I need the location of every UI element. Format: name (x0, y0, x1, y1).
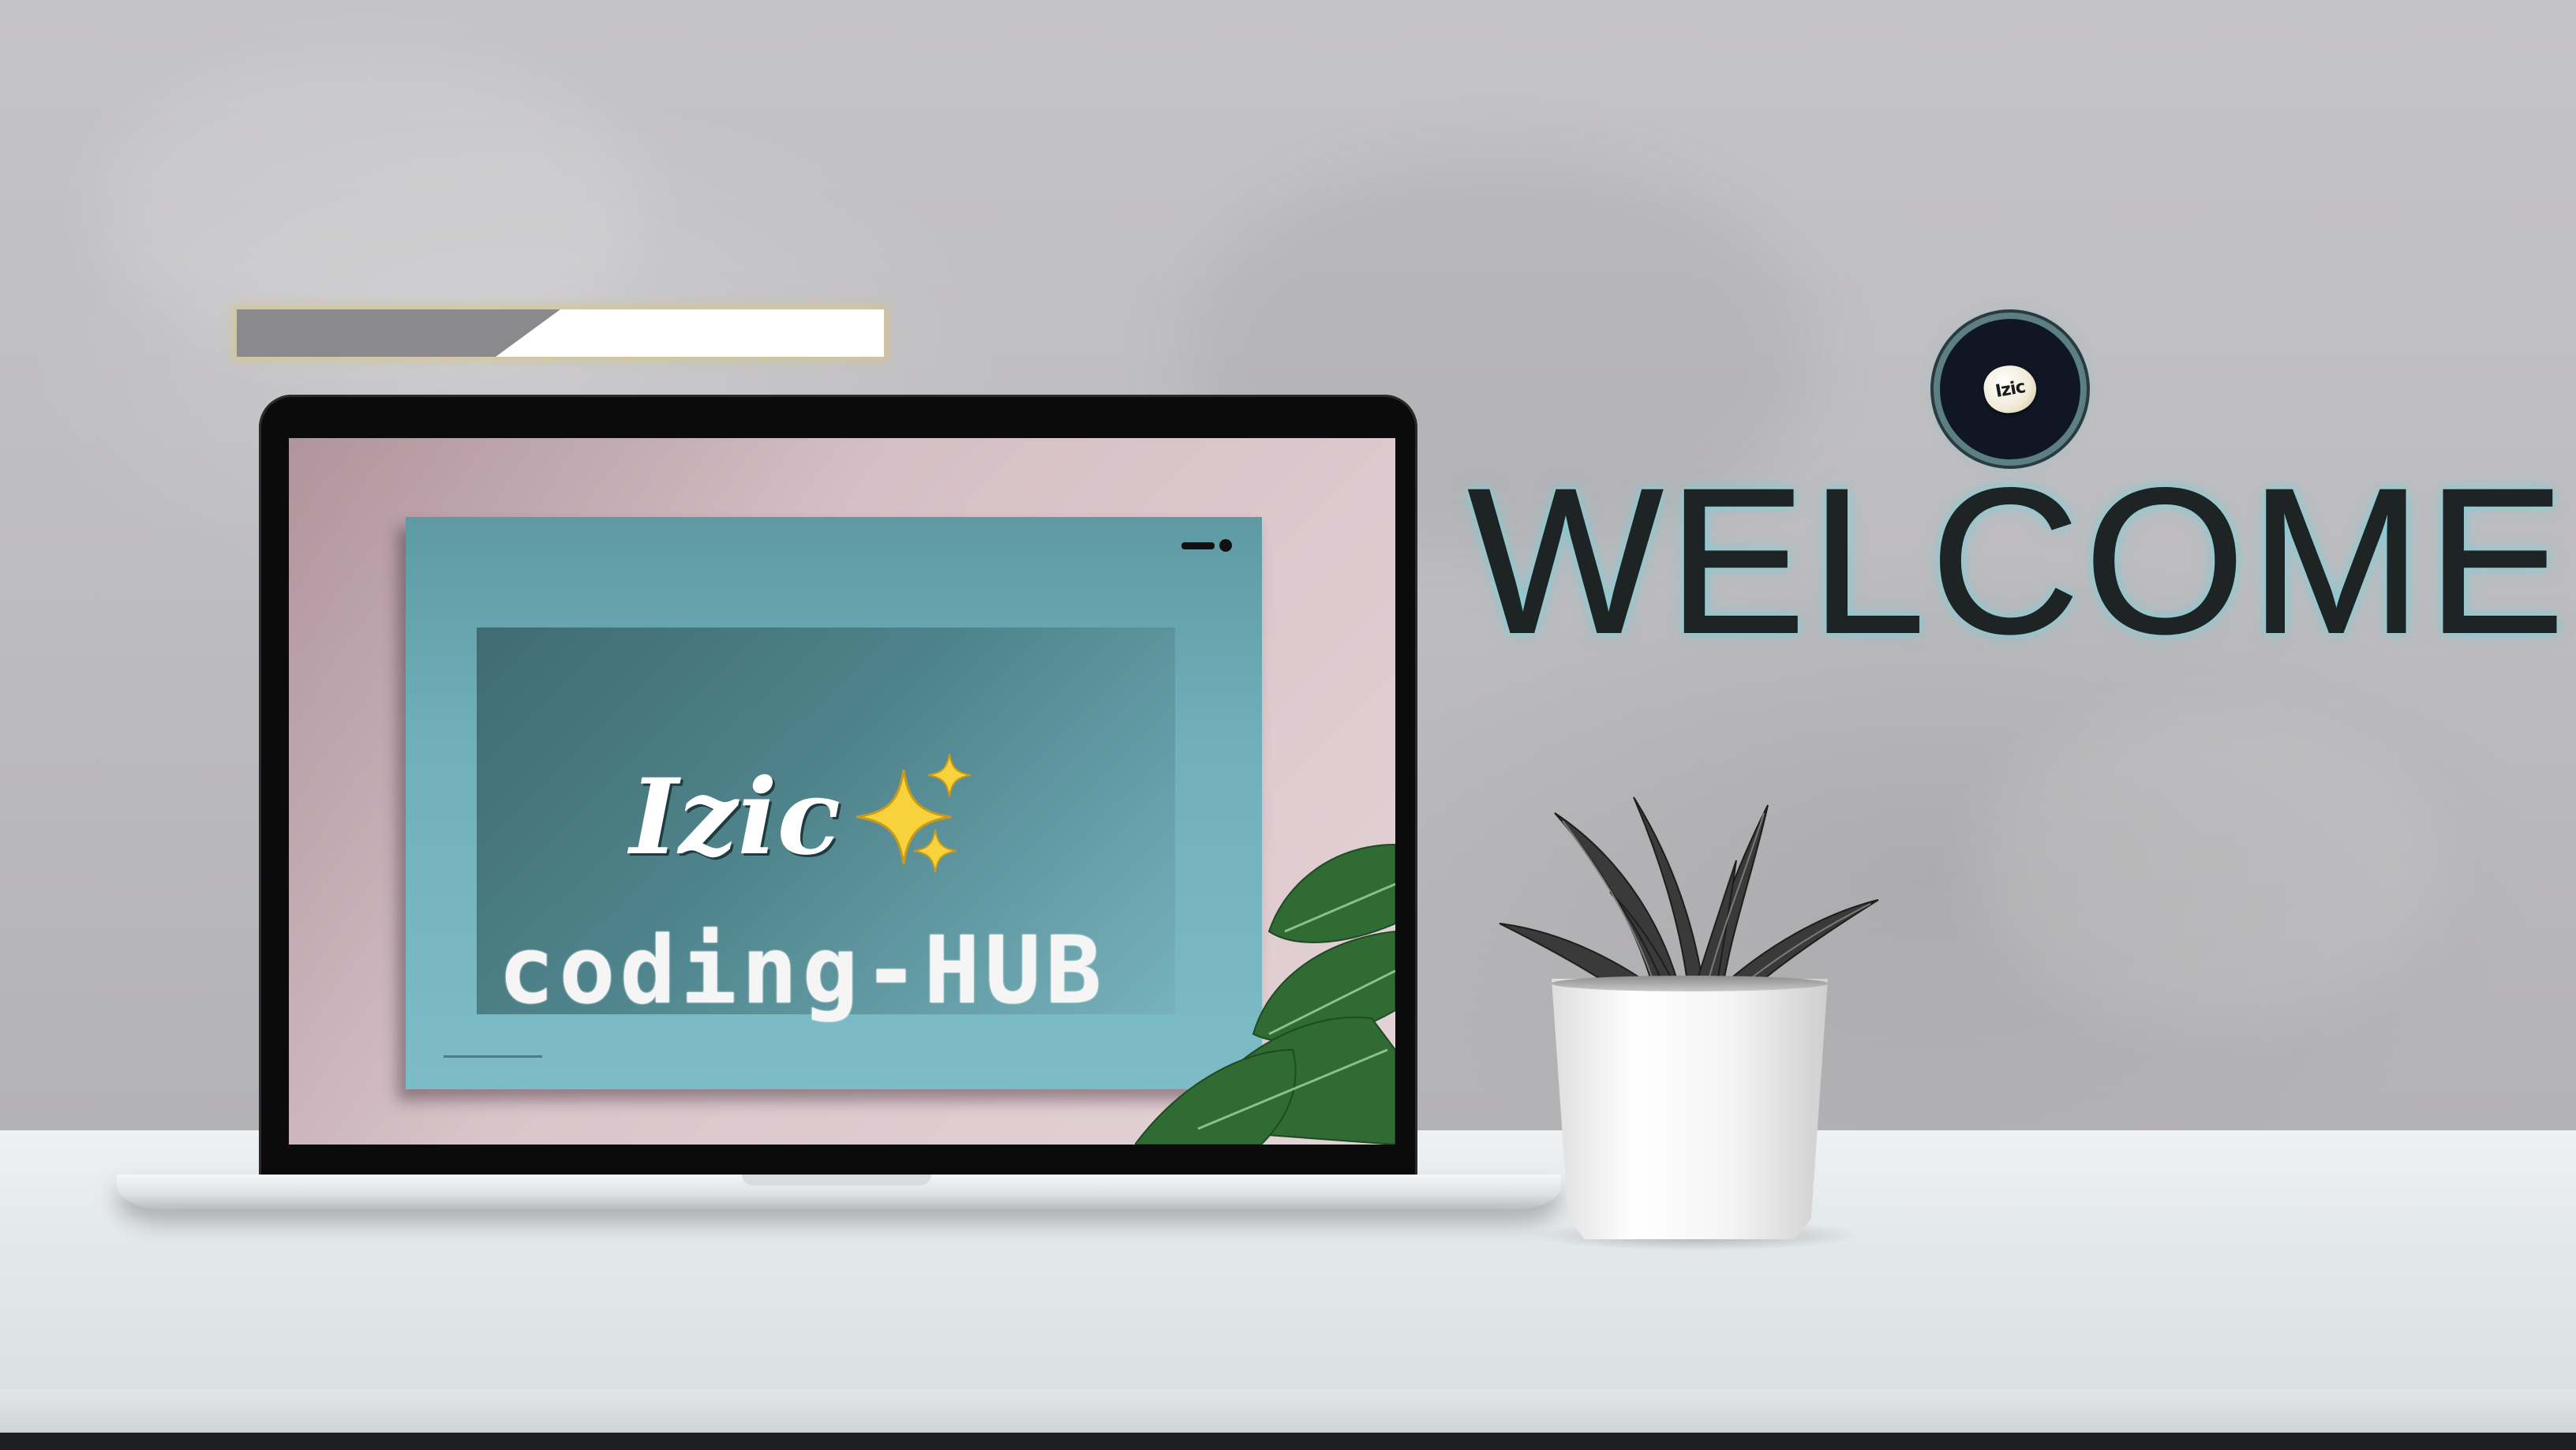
monstera-leaf-icon (1135, 843, 1395, 1145)
desk-bottom-strip (0, 1433, 2576, 1450)
desk-edge (0, 1389, 2576, 1433)
plant-pot-rim (1552, 976, 1828, 991)
dot-icon (1219, 539, 1232, 552)
brand-row: Izic (406, 754, 1262, 880)
izic-logo: Izic (1940, 319, 2080, 459)
screen-mockup-frame: Izic coding-HUB (406, 517, 1262, 1089)
logo-text: Izic (1994, 377, 2027, 402)
brand-subtitle: coding-HUB (498, 916, 1106, 1025)
sparkles-icon (856, 754, 972, 873)
welcome-heading: WELCOME (1467, 444, 2570, 677)
plant-pot (1552, 979, 1828, 1239)
laptop-screen: Izic coding-HUB (289, 438, 1395, 1145)
wall-texture (1973, 710, 2447, 1026)
welcome-scene: Izic coding-HUB Izic WELCOME (0, 0, 2576, 1450)
laptop-notch (742, 1175, 931, 1186)
progress-fill (237, 309, 560, 357)
minimize-icon (1181, 541, 1215, 549)
loading-progress-bar (237, 309, 884, 357)
divider (444, 1055, 542, 1058)
logo-emblem: Izic (1980, 361, 2040, 418)
window-controls (1181, 539, 1232, 552)
brand-title: Izic (629, 755, 841, 879)
